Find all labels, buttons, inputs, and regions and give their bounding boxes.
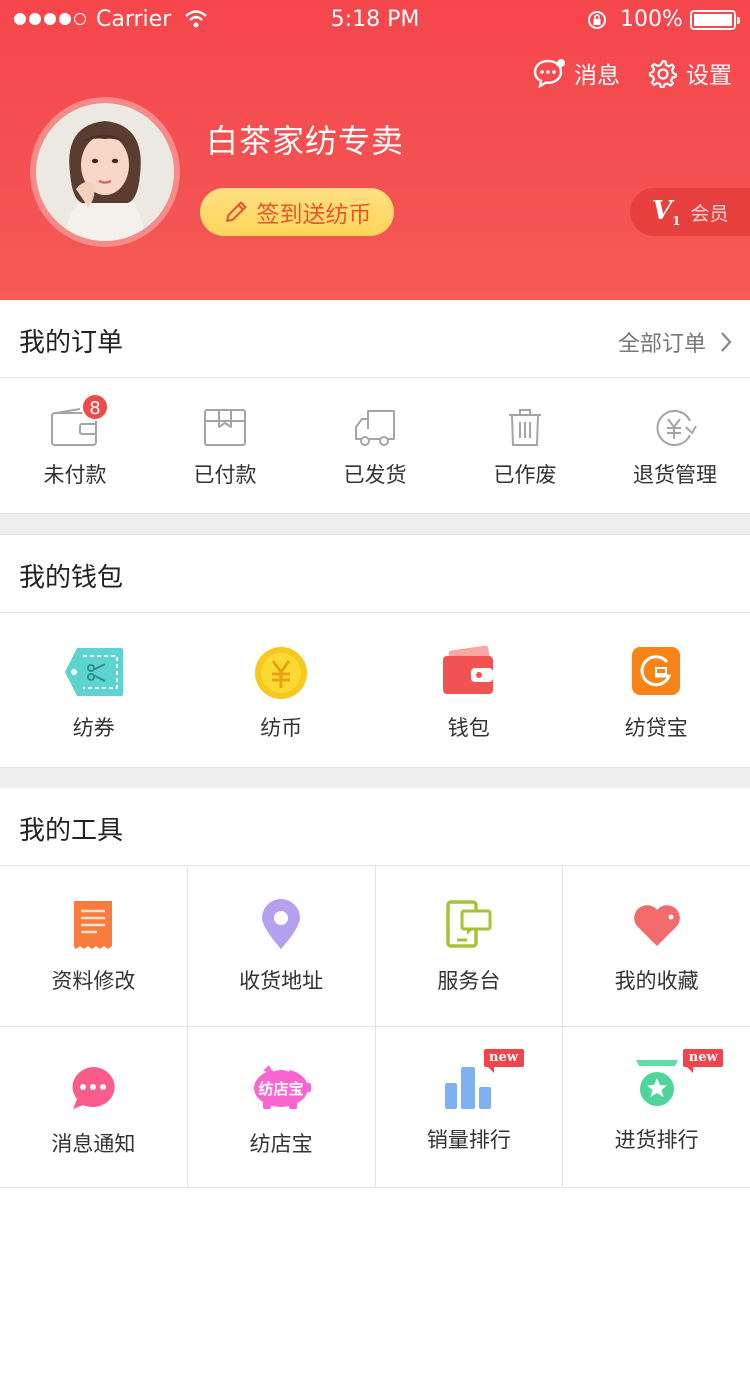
wallet-coins-label: 纺币	[260, 716, 303, 740]
vip-level-icon: V1	[652, 195, 681, 229]
wallet-loan[interactable]: 纺贷宝	[563, 614, 750, 767]
orders-title: 我的订单	[19, 328, 124, 358]
vip-badge[interactable]: V1 会员	[630, 188, 750, 236]
tool-favorites[interactable]: 我的收藏	[563, 866, 750, 1026]
piggy-bank-text: 纺店宝	[259, 1080, 304, 1098]
wallet-coupon[interactable]: 纺券	[0, 614, 188, 767]
tool-purchase-ranking[interactable]: new 进货排行	[563, 1027, 750, 1187]
tools-title: 我的工具	[19, 816, 124, 846]
header-actions: 消息 设置	[532, 56, 732, 90]
new-tag: new	[483, 1049, 524, 1073]
tool-service-desk[interactable]: 服务台	[376, 866, 564, 1026]
profile-header: Carrier 5:18 PM 100% 消息 设置 白茶家纺专卖 签到送纺币 …	[0, 0, 750, 300]
battery-icon	[690, 10, 740, 30]
avatar-photo-icon	[36, 103, 174, 241]
trash-icon	[509, 409, 541, 446]
tool-service-desk-label: 服务台	[437, 969, 501, 993]
tool-favorites-label: 我的收藏	[614, 969, 699, 993]
pencil-icon	[225, 201, 246, 222]
settings-label: 设置	[686, 63, 732, 89]
order-unpaid[interactable]: 8 未付款	[0, 379, 150, 513]
new-tag: new	[683, 1049, 724, 1073]
package-icon	[204, 409, 246, 446]
tools-header: 我的工具	[0, 788, 750, 866]
tool-sales-ranking[interactable]: new 销量排行	[376, 1027, 564, 1187]
yen-refund-icon	[656, 410, 697, 446]
chat-icon	[533, 59, 565, 89]
all-orders-link[interactable]: 全部订单	[618, 326, 732, 358]
wallet-loan-label: 纺贷宝	[624, 716, 688, 740]
location-pin-icon	[262, 899, 301, 949]
wallet-icon	[442, 646, 493, 694]
section-divider	[0, 513, 750, 535]
order-shipped[interactable]: 已发货	[300, 379, 450, 513]
heart-icon	[633, 905, 680, 946]
status-bar: Carrier 5:18 PM 100%	[0, 0, 750, 40]
wallet-purse[interactable]: 钱包	[375, 614, 563, 767]
order-paid[interactable]: 已付款	[150, 379, 300, 513]
gear-icon	[648, 59, 678, 88]
wallet-title: 我的钱包	[19, 563, 124, 593]
tool-notifications[interactable]: 消息通知	[0, 1027, 188, 1187]
vip-label: 会员	[690, 202, 729, 225]
settings-button[interactable]: 设置	[648, 56, 732, 90]
chat-bubble-icon	[72, 1067, 115, 1109]
rotation-lock-icon	[588, 11, 606, 29]
vip-level: 1	[672, 214, 681, 229]
order-paid-label: 已付款	[193, 463, 257, 487]
order-returns[interactable]: 退货管理	[600, 379, 750, 513]
tool-shop-treasure-label: 纺店宝	[249, 1132, 313, 1156]
orders-header: 我的订单 全部订单	[0, 300, 750, 378]
wallet-row: 纺券 纺币 钱包 纺贷宝	[0, 614, 750, 767]
tool-profile-edit-label: 资料修改	[51, 969, 136, 993]
medal-icon	[635, 1060, 678, 1106]
document-icon	[74, 901, 113, 949]
order-unpaid-label: 未付款	[43, 463, 107, 487]
wallet-coupon-label: 纺券	[72, 716, 115, 740]
battery-percent: 100%	[620, 7, 683, 32]
tool-shop-treasure[interactable]: 纺店宝 纺店宝	[188, 1027, 376, 1187]
piggy-bank-icon: 纺店宝	[254, 1065, 312, 1109]
order-cancelled[interactable]: 已作废	[450, 379, 600, 513]
messages-label: 消息	[574, 63, 620, 89]
wallet-purse-label: 钱包	[447, 716, 490, 740]
messages-button[interactable]: 消息	[532, 56, 620, 90]
coupon-icon	[64, 648, 123, 696]
signin-label: 签到送纺币	[256, 202, 372, 228]
order-shipped-label: 已发货	[343, 463, 407, 487]
order-cancelled-label: 已作废	[493, 463, 557, 487]
section-divider	[0, 767, 750, 789]
tools-grid: 资料修改 收货地址 服务台 我的收藏 消息通知 纺店宝 纺店宝 new 销量排行…	[0, 866, 750, 1188]
tool-purchase-ranking-label: 进货排行	[614, 1128, 699, 1152]
tool-address[interactable]: 收货地址	[188, 866, 376, 1026]
order-status-row: 8 未付款 已付款 已发货 已作废 退货管理	[0, 379, 750, 513]
tool-notifications-label: 消息通知	[51, 1132, 136, 1156]
tool-address-label: 收货地址	[239, 969, 324, 993]
tools-row: 资料修改 收货地址 服务台 我的收藏	[0, 866, 750, 1027]
tools-row: 消息通知 纺店宝 纺店宝 new 销量排行 new 进货排行	[0, 1027, 750, 1188]
all-orders-label: 全部订单	[617, 332, 706, 357]
avatar[interactable]	[30, 97, 180, 247]
coin-icon	[255, 647, 308, 699]
username: 白茶家纺专卖	[206, 122, 405, 160]
chevron-right-icon	[721, 332, 732, 352]
signin-button[interactable]: 签到送纺币	[200, 188, 394, 236]
wallet-coins[interactable]: 纺币	[188, 614, 376, 767]
tool-sales-ranking-label: 销量排行	[426, 1128, 511, 1152]
service-desk-icon	[446, 900, 492, 948]
wallet-header: 我的钱包	[0, 535, 750, 613]
unpaid-badge: 8	[81, 393, 109, 421]
loan-icon	[632, 647, 681, 695]
tool-profile-edit[interactable]: 资料修改	[0, 866, 188, 1026]
order-returns-label: 退货管理	[633, 463, 717, 487]
truck-icon	[355, 410, 395, 446]
